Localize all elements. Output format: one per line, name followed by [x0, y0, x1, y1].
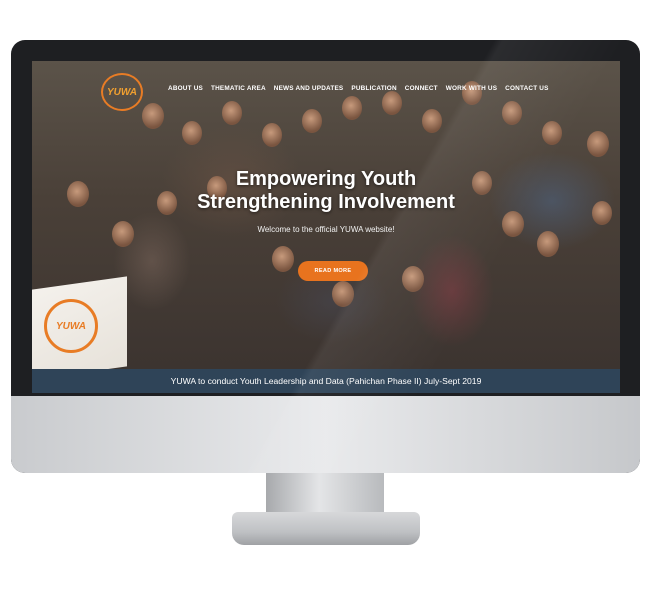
nav-work-with-us[interactable]: WORK WITH US [446, 85, 497, 92]
nav-thematic-area[interactable]: THEMATIC AREA [211, 85, 266, 92]
news-ticker[interactable]: YUWA to conduct Youth Leadership and Dat… [32, 369, 620, 393]
banner-logo: YUWA [44, 299, 98, 353]
nav-publication[interactable]: PUBLICATION [351, 85, 396, 92]
nav-about-us[interactable]: ABOUT US [168, 85, 203, 92]
website-screen: YUWA YUWA ABOUT US THEMATIC AREA NEWS AN… [32, 61, 620, 393]
main-navigation: ABOUT US THEMATIC AREA NEWS AND UPDATES … [168, 85, 557, 92]
nav-news-and-updates[interactable]: NEWS AND UPDATES [274, 85, 344, 92]
hero-headline-line1: Empowering Youth [235, 168, 417, 190]
news-ticker-text[interactable]: YUWA to conduct Youth Leadership and Dat… [171, 376, 482, 386]
site-logo[interactable]: YUWA [101, 73, 143, 111]
nav-contact-us[interactable]: CONTACT US [505, 85, 548, 92]
hero-background-photo: YUWA YUWA ABOUT US THEMATIC AREA NEWS AN… [32, 61, 620, 380]
hero-welcome-text: Welcome to the official YUWA website! [257, 225, 395, 234]
nav-connect[interactable]: CONNECT [405, 85, 438, 92]
monitor-stand-neck [266, 473, 384, 515]
monitor-chin [11, 396, 640, 473]
monitor-stand-base [232, 512, 420, 545]
read-more-button[interactable]: READ MORE [298, 261, 368, 281]
monitor-bezel: YUWA YUWA ABOUT US THEMATIC AREA NEWS AN… [11, 40, 640, 473]
hero-headline-line2: Strengthening Involvement [197, 191, 455, 213]
